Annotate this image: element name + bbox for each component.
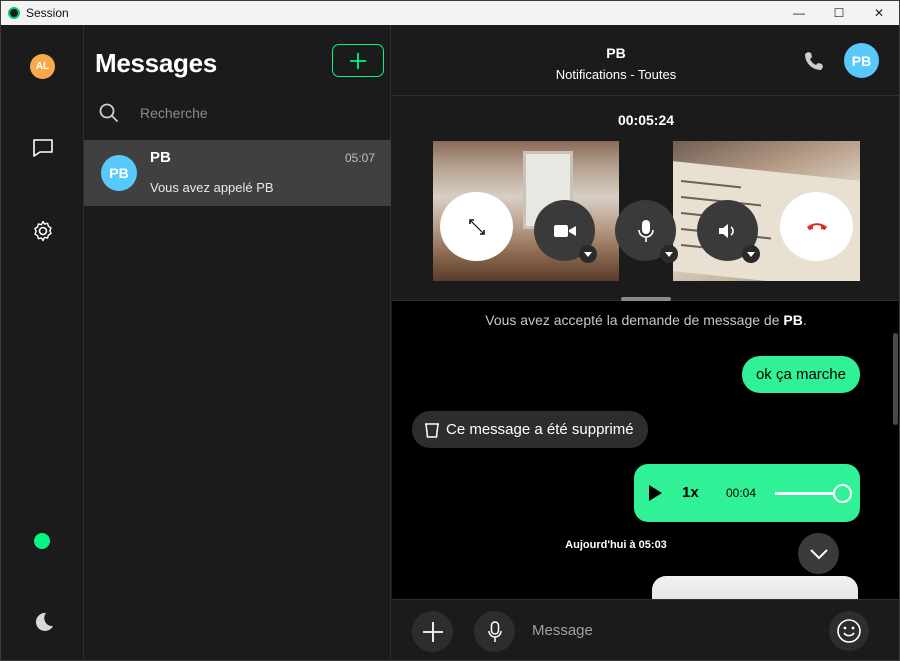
conversation-item[interactable]: PB PB 05:07 Vous avez appelé PB — [84, 140, 391, 206]
search-input[interactable]: Recherche — [140, 105, 208, 121]
call-panel: 00:05:24 — [392, 96, 899, 301]
smiley-icon — [837, 619, 861, 643]
window-controls: — ☐ ✕ — [779, 1, 899, 25]
speaker-toggle-button[interactable] — [697, 200, 760, 263]
microphone-icon — [637, 219, 654, 242]
online-status-indicator[interactable] — [34, 533, 50, 549]
message-composer: Message — [392, 599, 899, 660]
request-accepted-notice: Vous avez accepté la demande de message … — [485, 312, 807, 328]
messages-title: Messages — [95, 48, 217, 78]
speaker-icon — [718, 223, 734, 238]
minimize-button[interactable]: — — [779, 1, 819, 25]
maximize-button[interactable]: ☐ — [819, 1, 859, 25]
conversation-snippet: Vous avez appelé PB — [150, 180, 274, 195]
speaker-options-chevron[interactable] — [742, 245, 760, 263]
thread-scrollbar[interactable] — [893, 333, 898, 425]
trash-icon — [425, 422, 439, 438]
window-title: Session — [26, 6, 69, 20]
attach-button[interactable] — [412, 611, 453, 652]
settings-gear-icon[interactable] — [30, 218, 56, 244]
search-bar[interactable]: Recherche — [98, 101, 378, 125]
session-logo-icon — [8, 7, 20, 19]
conversation-list-pane: Messages Recherche PB PB 05:07 Vous avez… — [84, 25, 391, 660]
new-conversation-button[interactable] — [332, 44, 384, 77]
profile-avatar[interactable]: AL — [30, 54, 55, 79]
voice-message: 1x 00:04 — [634, 464, 860, 522]
microphone-toggle-button[interactable] — [615, 200, 678, 263]
day-separator: Aujourd'hui à 05:03 — [565, 539, 667, 551]
camera-options-chevron[interactable] — [579, 245, 597, 263]
contact-avatar[interactable]: PB — [844, 43, 879, 78]
plus-icon — [350, 52, 366, 69]
chevron-down-icon — [809, 548, 828, 559]
chat-header: PB Notifications - Toutes PB — [392, 25, 899, 96]
emoji-button[interactable] — [829, 611, 869, 651]
expand-icon — [468, 218, 485, 235]
image-message[interactable] — [652, 576, 858, 599]
hang-up-icon — [806, 222, 827, 230]
outgoing-message[interactable]: ok ça marche — [741, 356, 860, 393]
notification-setting: Notifications - Toutes — [555, 67, 677, 82]
scroll-to-bottom-button[interactable] — [798, 533, 839, 574]
camera-toggle-button[interactable] — [534, 200, 597, 263]
deleted-message[interactable]: Ce message a été supprimé — [412, 411, 648, 448]
message-input[interactable]: Message — [532, 622, 593, 639]
conversation-name: PB — [150, 149, 171, 166]
playback-rate-button[interactable]: 1x — [682, 484, 699, 501]
app-window: Session — ☐ ✕ AL Messages Recherche PB P… — [0, 0, 900, 661]
phone-call-icon[interactable] — [802, 49, 826, 73]
title-bar: Session — ☐ ✕ — [1, 1, 899, 25]
messages-nav-icon[interactable] — [30, 135, 56, 161]
video-camera-icon — [553, 224, 576, 237]
search-icon — [99, 103, 118, 122]
message-thread: Vous avez accepté la demande de message … — [392, 301, 899, 599]
hang-up-button[interactable] — [780, 192, 853, 261]
play-icon[interactable] — [649, 485, 662, 501]
moon-theme-icon[interactable] — [30, 609, 56, 635]
audio-duration: 00:04 — [726, 486, 757, 500]
chat-pane: PB Notifications - Toutes PB 00:05:24 Vo… — [392, 25, 899, 660]
conversation-time: 05:07 — [344, 151, 375, 165]
deleted-message-text: Ce message a été supprimé — [446, 421, 634, 438]
microphone-icon — [487, 620, 502, 642]
audio-progress-thumb[interactable] — [833, 484, 852, 503]
close-button[interactable]: ✕ — [859, 1, 899, 25]
left-rail: AL — [1, 25, 84, 660]
microphone-options-chevron[interactable] — [660, 245, 678, 263]
voice-record-button[interactable] — [474, 611, 515, 652]
chat-contact-name[interactable]: PB — [392, 45, 840, 61]
fullscreen-button[interactable] — [440, 192, 513, 261]
call-timer: 00:05:24 — [617, 112, 675, 128]
plus-icon — [422, 621, 443, 642]
avatar: PB — [101, 155, 137, 191]
